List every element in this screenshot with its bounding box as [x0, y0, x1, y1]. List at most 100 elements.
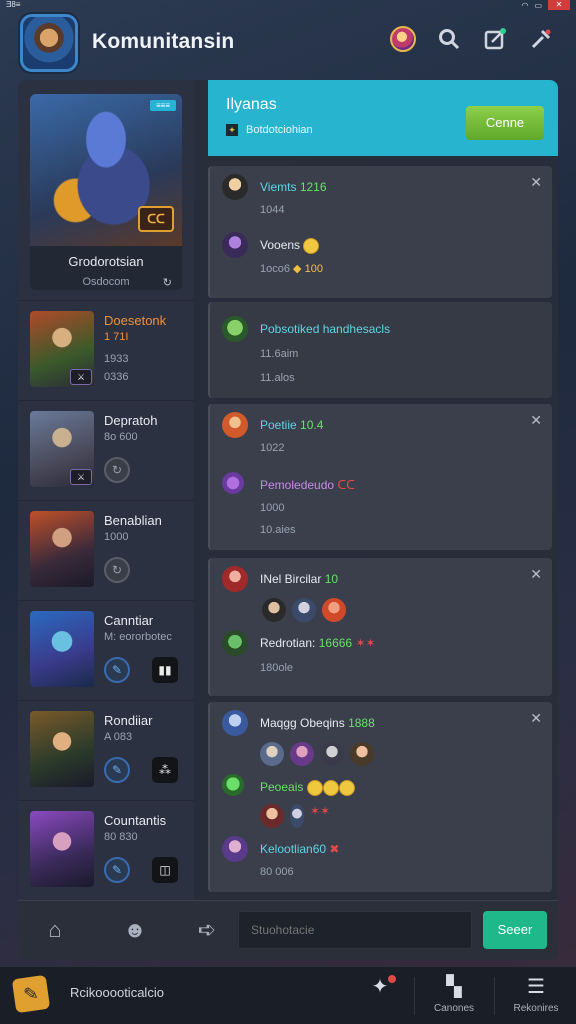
hero-line: A 083 [104, 731, 133, 743]
message-entry[interactable]: Redrotian: 16666 ✶✶ 180ole [222, 630, 542, 686]
send-button[interactable]: Seeer [483, 911, 547, 949]
hero-row[interactable]: Rondiiar A 083 ✎ ⁂ [18, 700, 194, 800]
message-card: ✕ INel Bircilar 10 Redrotian: 16666 ✶✶ 1… [208, 558, 552, 696]
message-meta: 1000 [260, 502, 285, 514]
user-avatar [222, 232, 248, 258]
hero-row[interactable]: Countantis 80 830 ✎ ◫ [18, 800, 194, 900]
message-input[interactable] [238, 911, 472, 949]
hero-mini-badge: ⚔ [70, 369, 92, 385]
hero-mini-badge: ⚔ [70, 469, 92, 485]
hero-line: 1933 [104, 353, 129, 365]
message-author: Viemts 1216 [260, 180, 327, 194]
message-author: Redrotian: 16666 ✶✶ [260, 636, 376, 650]
user-avatar [222, 630, 248, 656]
hero-thumb: ⚔ [30, 311, 94, 387]
edit-hero-button[interactable]: ✎ [104, 757, 130, 783]
message-entry[interactable]: INel Bircilar 10 [222, 566, 522, 628]
message-meta: 1oco6 ◆ 100 [260, 263, 323, 275]
message-entry[interactable]: Viemts 1216 1044 [222, 174, 522, 224]
hero-line: 1 71I [104, 331, 129, 343]
edit-hero-button[interactable]: ✎ [104, 857, 130, 883]
user-avatar [222, 710, 248, 736]
message-author: Pobsotiked handhesacls [260, 322, 391, 336]
hero-row[interactable]: Canntiar M: eororbotec ✎ ▮▮ [18, 600, 194, 700]
main-panel: ≡≡≡ ᑕᑕ Grodorotsian Osdocom ↻ ⚔ Doeseton… [18, 80, 558, 960]
hero-action-icon[interactable]: ↻ [104, 457, 130, 483]
message-entry[interactable]: Pemoledeudo ᑕᑕ 1000 10.aies [222, 472, 542, 542]
status-right: ◠ ▭ ✕ [521, 0, 570, 10]
featured-hero-card[interactable]: ≡≡≡ ᑕᑕ Grodorotsian Osdocom ↻ [30, 94, 182, 290]
hero-name: Doesetonk [104, 313, 167, 328]
room-title: Ilyanas [226, 96, 277, 113]
message-icon[interactable]: ➪ [192, 915, 222, 945]
room-header: Ilyanas ✦ Botdotciohian Cenne [208, 80, 558, 156]
participant-avatars [260, 742, 374, 766]
message-card: ✕ Maqgg Obeqins 1888 Peoeais ✶✶ Kelootli… [208, 702, 552, 892]
nav-item-canones[interactable]: ▚ Canones [424, 975, 484, 1014]
tools-icon[interactable] [528, 26, 554, 52]
featured-badge: ᑕᑕ [138, 206, 174, 232]
user-avatar [222, 472, 244, 494]
message-author: Poetiie 10.4 [260, 418, 324, 432]
close-icon[interactable]: ✕ [530, 412, 542, 429]
profile-avatar[interactable] [390, 26, 416, 52]
pencil-icon[interactable]: ✎ [11, 974, 51, 1014]
message-entry[interactable]: Poetiie 10.4 1022 [222, 412, 522, 462]
hero-name: Benablian [104, 513, 162, 528]
edit-icon[interactable] [482, 26, 508, 52]
hero-stats-icon[interactable]: ⁂ [152, 757, 178, 783]
hero-action-icon[interactable]: ↻ [104, 557, 130, 583]
user-avatar [222, 836, 248, 862]
message-entry[interactable]: Kelootlian60 ✖ 80 006 [222, 836, 542, 886]
message-author: Peoeais [260, 780, 355, 796]
hero-thumb [30, 711, 94, 787]
hero-stats-icon[interactable]: ◫ [152, 857, 178, 883]
chart-icon: ▚ [446, 976, 462, 998]
search-icon[interactable] [436, 26, 462, 52]
join-button[interactable]: Cenne [466, 106, 544, 140]
hero-line: 8o 600 [104, 431, 138, 443]
refresh-icon[interactable]: ↻ [163, 276, 172, 289]
smile-icon [306, 780, 323, 796]
hero-row[interactable]: ⚔ Doesetonk 1 71I 1933 0336 [18, 300, 194, 400]
close-icon[interactable]: ✕ [530, 174, 542, 191]
composer-bar: ⌂ ☻ ➪ Seeer [18, 900, 558, 960]
close-icon[interactable]: ✕ [530, 566, 542, 583]
hero-stats-icon[interactable]: ▮▮ [152, 657, 178, 683]
notifications-button[interactable]: ✦ [350, 975, 410, 999]
hero-name: Depratoh [104, 413, 158, 428]
user-avatar [222, 566, 248, 592]
hero-row[interactable]: ⚔ Depratoh 8o 600 ↻ [18, 400, 194, 500]
status-bar: Ǝ8≡ ◠ ▭ ✕ [0, 0, 576, 10]
message-meta: 10.aies [260, 524, 296, 536]
message-author: INel Bircilar 10 [260, 572, 339, 586]
message-entry[interactable]: Maqgg Obeqins 1888 [222, 710, 522, 770]
message-entry[interactable]: Peoeais ✶✶ [222, 774, 542, 830]
nav-item-label: Canones [433, 1003, 475, 1014]
message-author: Vooens [260, 238, 320, 254]
user-add-icon[interactable]: ☻ [120, 915, 150, 945]
message-entry[interactable]: Pobsotiked handhesacls 11.6aim 11.alos [222, 316, 542, 386]
featured-tag: ≡≡≡ [149, 100, 176, 111]
app-logo [20, 14, 78, 72]
hero-line: 80 830 [104, 831, 138, 843]
home-icon[interactable]: ⌂ [40, 915, 70, 945]
nav-item-rekonires[interactable]: ☰ Rekonires [506, 975, 566, 1014]
user-avatar [222, 174, 248, 200]
hero-line: 0336 [104, 371, 129, 383]
message-card: ✕ Viemts 1216 1044 Vooens 1oco6 ◆ 100 [208, 166, 552, 298]
bottom-nav-label: Rcikooooticalcio [70, 985, 164, 1000]
chat-column: Ilyanas ✦ Botdotciohian Cenne ✕ Viemts 12… [208, 80, 558, 900]
close-icon[interactable]: ✕ [530, 710, 542, 727]
hero-row[interactable]: Benablian 1000 ↻ [18, 500, 194, 600]
window-close-button[interactable]: ✕ [548, 0, 570, 10]
message-author: Maqgg Obeqins 1888 [260, 716, 375, 730]
hero-name: Canntiar [104, 613, 154, 628]
hero-thumb: ⚔ [30, 411, 94, 487]
divider [494, 977, 495, 1015]
top-bar: Komunitansin [0, 12, 576, 72]
message-entry[interactable]: Vooens 1oco6 ◆ 100 [222, 232, 522, 282]
edit-hero-button[interactable]: ✎ [104, 657, 130, 683]
app-title: Komunitansin [92, 30, 235, 53]
message-card: Pobsotiked handhesacls 11.6aim 11.alos [208, 302, 552, 398]
